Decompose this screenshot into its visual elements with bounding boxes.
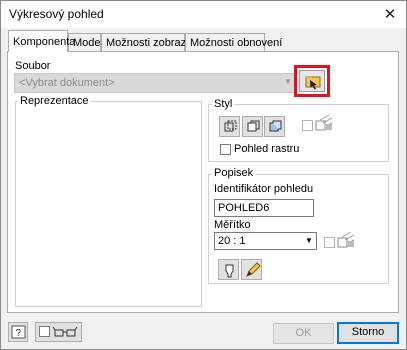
- representations-label: Reprezentace: [18, 95, 91, 107]
- scale-from-base-icon: [336, 231, 356, 249]
- title-bar: Výkresový pohled ✕: [1, 1, 406, 28]
- view-id-input[interactable]: POHLED6: [214, 199, 314, 217]
- window-title: Výkresový pohled: [9, 7, 104, 21]
- label-visibility-icon[interactable]: [218, 259, 239, 280]
- style-from-base-icon: [314, 114, 334, 132]
- raster-view-label: Pohled rastru: [234, 143, 300, 155]
- style-label: Styl: [212, 98, 235, 110]
- scale-select[interactable]: 20 : 1: [214, 232, 317, 250]
- caption-label: Popisek: [212, 167, 256, 179]
- glasses-preview-icon: [52, 324, 79, 340]
- tab-komponenta[interactable]: Komponenta: [8, 30, 75, 52]
- raster-view-checkbox[interactable]: [220, 144, 231, 155]
- scale-label: Měřítko: [214, 219, 251, 231]
- shaded-icon[interactable]: [264, 116, 285, 137]
- chevron-down-icon: ▼: [284, 77, 292, 86]
- hidden-lines-icon[interactable]: [219, 116, 240, 137]
- tab-display-options[interactable]: Možnosti zobrazení: [101, 33, 201, 51]
- ok-button[interactable]: OK: [273, 323, 334, 344]
- tab-recovery-options[interactable]: Možnosti obnovení: [185, 33, 282, 51]
- close-icon[interactable]: ✕: [378, 5, 402, 25]
- style-from-base-checkbox[interactable]: [302, 120, 313, 131]
- hidden-lines-removed-icon[interactable]: [242, 116, 263, 137]
- browse-folder-icon[interactable]: [299, 70, 325, 92]
- document-select[interactable]: <Vybrat dokument>: [14, 73, 296, 93]
- edit-label-icon[interactable]: [241, 259, 262, 280]
- cancel-button[interactable]: Storno: [337, 322, 399, 344]
- help-icon[interactable]: ?: [8, 322, 28, 342]
- view-id-label: Identifikátor pohledu: [214, 183, 314, 195]
- preview-checkbox[interactable]: [39, 326, 50, 337]
- chevron-down-icon: ▼: [305, 236, 313, 245]
- file-label: Soubor: [15, 60, 51, 72]
- svg-text:?: ?: [16, 328, 22, 339]
- scale-from-base-checkbox[interactable]: [324, 237, 335, 248]
- representations-group: [15, 101, 202, 307]
